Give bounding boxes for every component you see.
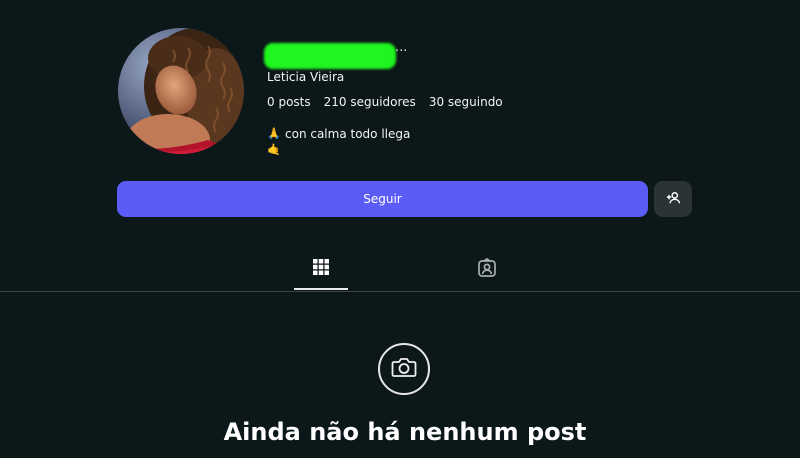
hand-emoji: 🤙 [267, 143, 281, 156]
profile-bio: 🙏 con calma todo llega 🤙 [267, 126, 410, 158]
grid-icon [312, 258, 330, 280]
posts-count: 0 posts [267, 95, 311, 109]
following-count[interactable]: 30 seguindo [429, 95, 503, 109]
profile-full-name: Leticia Vieira [267, 70, 345, 84]
tagged-person-icon [477, 257, 497, 282]
avatar[interactable] [118, 28, 244, 154]
active-tab-indicator [294, 288, 348, 290]
tab-tagged[interactable] [460, 257, 514, 290]
profile-stats: 0 posts 210 seguidores 30 seguindo [267, 95, 503, 109]
more-options-icon[interactable]: ... [395, 40, 407, 55]
camera-icon [391, 356, 417, 382]
add-user-icon [666, 190, 681, 209]
followers-count[interactable]: 210 seguidores [324, 95, 416, 109]
bio-text: con calma todo llega [285, 127, 411, 141]
praying-hands-emoji: 🙏 [267, 127, 281, 140]
empty-state-camera [378, 343, 430, 395]
empty-state-title: Ainda não há nenhum post [223, 418, 587, 446]
username-redacted [264, 43, 396, 69]
suggest-user-button[interactable] [654, 181, 692, 217]
tabs-divider [0, 291, 800, 292]
tab-posts-grid[interactable] [294, 258, 348, 290]
follow-button[interactable]: Seguir [117, 181, 648, 217]
